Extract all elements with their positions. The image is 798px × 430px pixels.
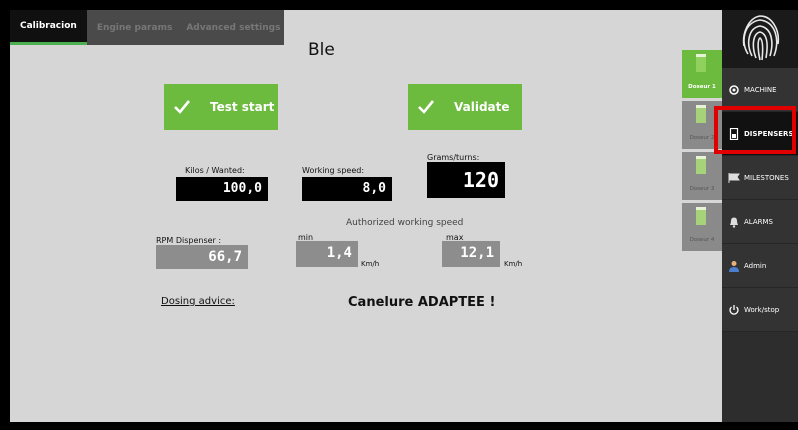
dosing-advice-label: Dosing advice: — [161, 296, 235, 307]
main-panel: Calibracion Engine params Advanced setti… — [10, 10, 722, 422]
grams-turns-field[interactable]: 120 — [427, 162, 505, 198]
working-speed-label: Working speed: — [302, 166, 365, 175]
doser-1-tab[interactable]: Doseur 1 — [682, 50, 722, 98]
highlight-frame — [714, 106, 796, 154]
sidebar-item-alarms[interactable]: ALARMS — [722, 200, 798, 244]
doser-1-label: Doseur 1 — [688, 84, 716, 90]
sidebar-item-label: Admin — [744, 261, 767, 270]
tab-calibracion[interactable]: Calibracion — [10, 10, 87, 45]
doser-3-label: Doseur 3 — [689, 186, 715, 192]
sidebar-item-admin[interactable]: Admin — [722, 244, 798, 288]
doser-level-icon — [696, 207, 706, 225]
sidebar-item-label: MILESTONES — [744, 173, 789, 182]
page-title: Ble — [308, 40, 335, 60]
fingerprint-icon — [742, 15, 780, 61]
gear-icon — [729, 84, 739, 95]
doser-3-tab[interactable]: Doseur 3 — [682, 152, 722, 200]
min-speed-field: 1,4 — [296, 241, 358, 267]
authorized-speed-heading: Authorized working speed — [346, 218, 464, 228]
doser-4-tab[interactable]: Doseur 4 — [682, 203, 722, 251]
sidebar: MACHINE DISPENSERS MILESTONES ALARMS Adm… — [722, 10, 798, 422]
power-icon — [729, 304, 739, 315]
user-icon — [729, 260, 739, 272]
rpm-dispenser-label: RPM Dispenser : — [156, 236, 222, 245]
check-icon — [174, 100, 190, 114]
sidebar-item-label: Work/stop — [744, 305, 780, 314]
dosing-advice-value: Canelure ADAPTEE ! — [348, 295, 496, 310]
validate-label: Validate — [454, 100, 510, 114]
sidebar-item-label: MACHINE — [744, 85, 777, 94]
max-unit: Km/h — [504, 260, 523, 268]
kilos-label: Kilos / Wanted: — [185, 166, 245, 175]
doser-level-icon — [696, 156, 706, 174]
sidebar-item-label: ALARMS — [744, 217, 773, 226]
grams-turns-label: Grams/turns: — [427, 153, 480, 162]
check-icon — [418, 100, 434, 114]
min-unit: Km/h — [361, 260, 380, 268]
max-speed-field: 12,1 — [442, 241, 500, 267]
doser-level-icon — [696, 54, 706, 72]
flag-icon — [728, 172, 740, 183]
tab-advanced-settings[interactable]: Advanced settings — [176, 10, 285, 45]
tab-bar: Calibracion Engine params Advanced setti… — [10, 10, 285, 45]
test-start-button[interactable]: Test start — [164, 84, 278, 130]
fingerprint-logo — [722, 10, 798, 68]
bell-icon — [730, 217, 738, 228]
working-speed-field[interactable]: 8,0 — [302, 177, 392, 201]
sidebar-item-work-stop[interactable]: Work/stop — [722, 288, 798, 332]
rpm-dispenser-field: 66,7 — [156, 245, 248, 269]
kilos-field[interactable]: 100,0 — [176, 177, 268, 201]
doser-level-icon — [696, 105, 706, 123]
sidebar-item-milestones[interactable]: MILESTONES — [722, 156, 798, 200]
test-start-label: Test start — [210, 100, 275, 114]
doser-4-label: Doseur 4 — [689, 237, 715, 243]
validate-button[interactable]: Validate — [408, 84, 522, 130]
tab-engine-params[interactable]: Engine params — [86, 10, 177, 45]
